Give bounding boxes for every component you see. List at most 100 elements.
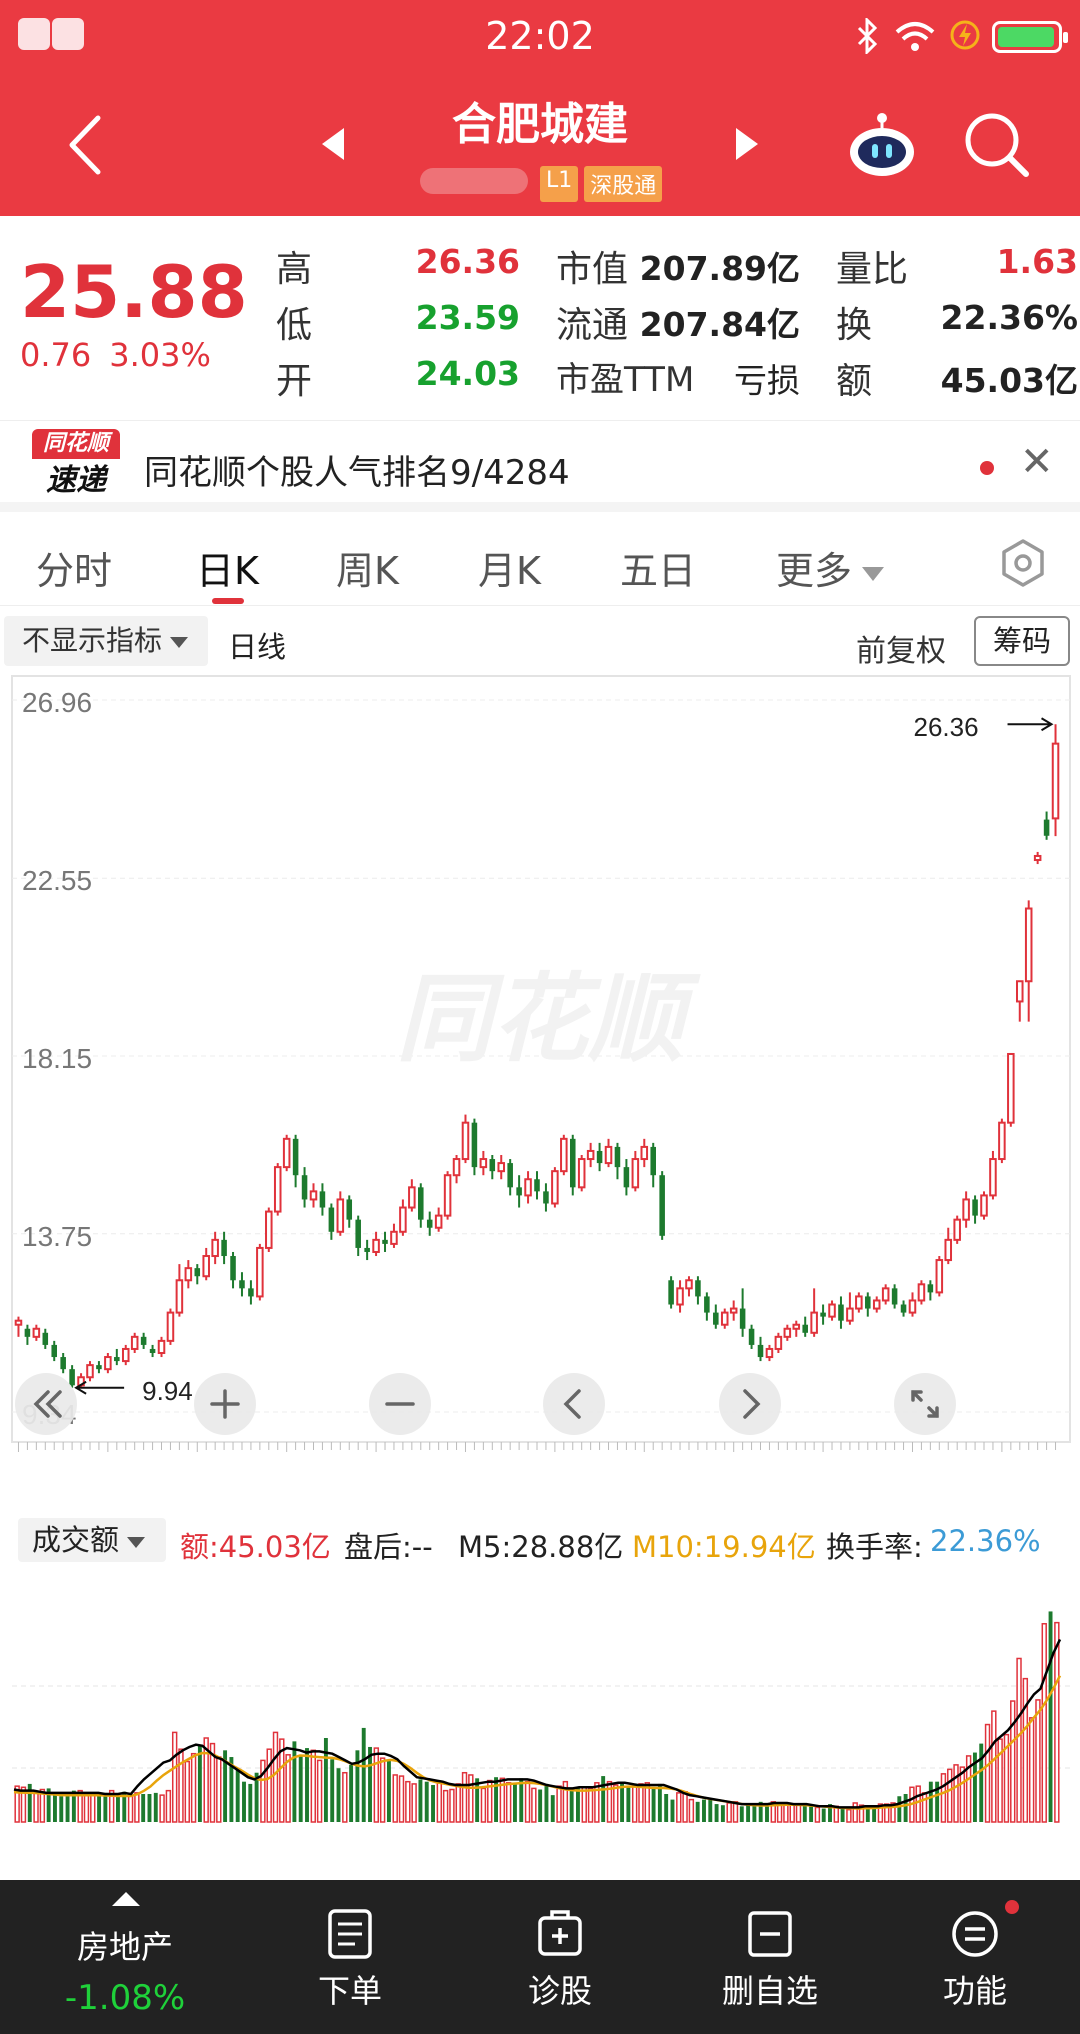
volume-bar — [708, 1798, 713, 1822]
ma10-value: M10:19.94亿 — [632, 1530, 816, 1564]
indicator-dropdown[interactable]: 不显示指标 — [4, 616, 208, 666]
volume-bar — [626, 1787, 631, 1822]
volume-bar — [846, 1808, 852, 1823]
tab-daily-k[interactable]: 日K — [196, 540, 259, 595]
candle-body — [239, 1280, 245, 1289]
zoom-in-icon[interactable] — [194, 1373, 256, 1435]
zoom-out-icon[interactable] — [369, 1373, 431, 1435]
candle-body — [364, 1247, 370, 1252]
candle-body — [282, 1137, 291, 1169]
volume-bar — [386, 1760, 391, 1822]
candle-body — [86, 1364, 94, 1379]
quote-panel: 25.88 0.76 3.03% 高 26.36 市值 207.89亿 量比 1.… — [0, 216, 1080, 416]
volume-bar — [310, 1749, 317, 1823]
battery-icon — [992, 21, 1068, 53]
low-value: 23.59 — [415, 298, 520, 337]
candle-body — [614, 1146, 621, 1168]
candle-body — [972, 1199, 978, 1216]
tab-monthly-k[interactable]: 月K — [478, 540, 541, 595]
news-logo-bottom: 速递 — [46, 463, 106, 498]
candle-body — [900, 1304, 907, 1313]
y-tick-label: 13.75 — [22, 1221, 92, 1252]
next-stock-icon[interactable] — [732, 124, 762, 164]
volume-bar — [449, 1788, 455, 1823]
candle-body — [695, 1280, 701, 1297]
candle-body — [248, 1288, 254, 1297]
nav-remove-watchlist[interactable]: 删自选 — [700, 1880, 840, 2034]
candle-body — [962, 1198, 970, 1221]
volume-bar — [342, 1771, 348, 1823]
fullscreen-icon[interactable] — [894, 1373, 956, 1435]
volume-bar — [373, 1747, 380, 1823]
candle-body — [346, 1199, 353, 1220]
kline-chart[interactable]: 同花顺 26.9622.5518.1513.759.34 26.369.94 2… — [0, 672, 1080, 1452]
volume-bar — [442, 1789, 449, 1823]
volume-bar — [840, 1807, 845, 1822]
volume-indicator-dropdown[interactable]: 成交额 — [18, 1518, 166, 1562]
volume-bar — [1022, 1677, 1029, 1823]
volume-bar — [134, 1792, 140, 1823]
level-tag: L1 — [540, 166, 579, 202]
amount-value: 45.03亿 — [940, 361, 1078, 400]
candle-body — [917, 1283, 926, 1302]
volume-bar — [368, 1746, 372, 1822]
candle-body — [60, 1357, 66, 1370]
volume-chart[interactable] — [0, 1572, 1080, 1872]
volume-bar — [531, 1787, 537, 1823]
news-banner[interactable]: 同花顺 速递 同花顺个股人气排名9/4284 ✕ — [0, 420, 1080, 512]
candle-body — [194, 1268, 201, 1277]
candle-body — [130, 1335, 139, 1350]
price-adjust-toggle[interactable]: 前复权 — [856, 626, 946, 670]
news-text[interactable]: 同花顺个股人气排名9/4284 — [144, 445, 570, 494]
tab-five-day[interactable]: 五日 — [620, 540, 696, 595]
candle-body — [104, 1356, 112, 1371]
rewind-icon[interactable] — [15, 1373, 77, 1435]
volume-bar — [65, 1792, 70, 1822]
robot-assistant-icon[interactable] — [846, 108, 918, 180]
scroll-left-icon[interactable] — [543, 1373, 605, 1435]
candle-body — [881, 1287, 890, 1302]
market-cap-value: 207.89亿 — [639, 249, 800, 288]
candle-body — [140, 1336, 147, 1345]
chevron-down-icon — [170, 636, 189, 648]
nav-order-label: 下单 — [317, 1972, 382, 2010]
volume-bar — [216, 1756, 222, 1823]
volume-bar — [260, 1759, 266, 1823]
period-label: 日线 — [228, 630, 287, 664]
sector-indicator[interactable]: 房地产 -1.08% — [40, 1880, 210, 2034]
change-percent: 3.03% — [109, 336, 211, 374]
after-hours: 盘后:-- — [344, 1530, 433, 1564]
candle-body — [704, 1296, 710, 1313]
nav-order[interactable]: 下单 — [290, 1880, 410, 2034]
search-icon[interactable] — [962, 110, 1032, 180]
candle-body — [872, 1299, 881, 1310]
volume-bar — [116, 1794, 120, 1822]
volume-bar — [538, 1789, 543, 1822]
volume-bar — [903, 1794, 908, 1822]
candle-body — [720, 1311, 729, 1326]
volume-bar — [316, 1759, 323, 1823]
volume-bar — [984, 1723, 991, 1823]
candle-body — [157, 1339, 166, 1355]
candle-body — [175, 1279, 184, 1314]
nav-diagnose[interactable]: 诊股 — [500, 1880, 620, 2034]
close-icon[interactable]: ✕ — [1020, 439, 1054, 485]
candle-body — [1033, 854, 1042, 862]
volume-bar — [776, 1803, 783, 1823]
tab-intraday[interactable]: 分时 — [36, 540, 112, 595]
gear-icon[interactable] — [998, 538, 1048, 588]
volume-bar — [494, 1777, 498, 1822]
high-arrow-icon — [1007, 717, 1054, 732]
chip-distribution-button[interactable]: 筹码 — [974, 616, 1070, 666]
volume-bar — [682, 1791, 688, 1823]
candle-body — [382, 1239, 388, 1244]
candle-body — [265, 1210, 273, 1249]
scroll-right-icon[interactable] — [719, 1373, 781, 1435]
candle-body — [729, 1307, 738, 1314]
candle-body — [810, 1311, 818, 1334]
order-icon — [328, 1909, 372, 1959]
tab-more[interactable]: 更多 — [776, 540, 885, 595]
ma10-line — [13, 1675, 1062, 1810]
volume-bar — [480, 1787, 487, 1823]
tab-weekly-k[interactable]: 周K — [336, 540, 399, 595]
